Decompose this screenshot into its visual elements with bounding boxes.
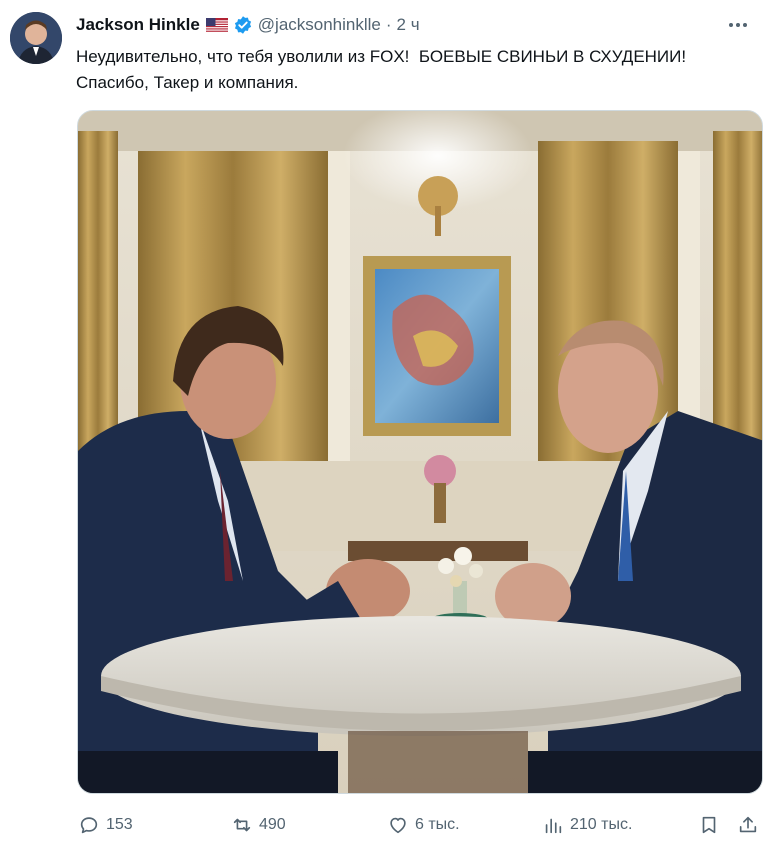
like-button[interactable]: 6 тыс.: [387, 814, 460, 836]
repost-button[interactable]: 490: [231, 814, 286, 836]
tweet-text: Неудивительно, что тебя уволили из FOX! …: [76, 47, 687, 92]
repost-icon: [233, 818, 251, 832]
author-name[interactable]: Jackson Hinkle: [76, 15, 200, 35]
share-icon: [739, 816, 757, 833]
bookmark-icon: [702, 816, 716, 834]
share-button[interactable]: [737, 814, 759, 836]
separator-dot: ·: [385, 15, 392, 34]
views-button[interactable]: 210 тыс.: [542, 814, 632, 836]
us-flag-icon: [205, 17, 228, 33]
more-options-icon[interactable]: [727, 14, 749, 36]
tweet-actions: 153 490 6 тыс. 210 тыс.: [76, 808, 757, 842]
reply-button[interactable]: 153: [78, 814, 133, 836]
bookmark-button[interactable]: [698, 814, 720, 836]
tweet-time[interactable]: 2 ч: [397, 15, 420, 35]
tweet-image[interactable]: [77, 110, 763, 794]
heart-icon: [390, 817, 406, 834]
views-chart-icon: [545, 818, 562, 834]
verified-badge-icon: [233, 15, 253, 35]
views-count: 210 тыс.: [570, 816, 633, 833]
like-count: 6 тыс.: [415, 816, 460, 833]
reply-count: 153: [106, 816, 133, 833]
author-handle[interactable]: @jacksonhinklle: [258, 15, 381, 35]
tweet-header: Jackson Hinkle @jacksonhinklle · 2 ч: [76, 12, 749, 38]
reply-icon: [80, 817, 98, 834]
author-avatar[interactable]: [10, 12, 62, 64]
repost-count: 490: [259, 816, 286, 833]
